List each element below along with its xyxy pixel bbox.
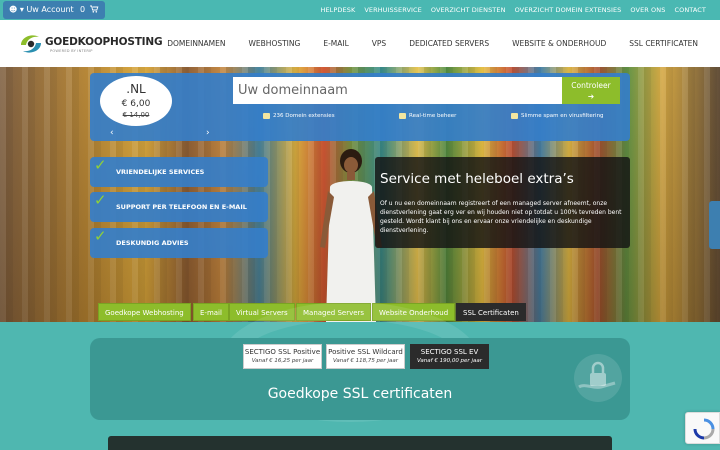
ssl-card-sectigo-positive[interactable]: SECTIGO SSL Positive Vanaf € 16,25 per j… — [243, 344, 322, 369]
feature-label: 236 Domein extensies — [273, 113, 335, 119]
ssl-card-price: Vanaf € 16,25 per jaar — [251, 358, 314, 364]
nav-ssl-certificaten[interactable]: SSL CERTIFICATEN — [629, 39, 698, 48]
top-links: HELPDESK VERHUISSERVICE OVERZICHT DIENST… — [320, 0, 706, 20]
cart-count: 0 — [80, 5, 86, 14]
logo[interactable]: GOEDKOOPHOSTING POWERED BY INTERIP — [18, 31, 163, 57]
feature-label: Real-time beheer — [409, 113, 457, 119]
check-icon: ✓ — [94, 156, 107, 174]
toplink-helpdesk[interactable]: HELPDESK — [320, 6, 355, 14]
badge-friendly-service: ✓ VRIENDELIJKE SERVICES — [90, 156, 268, 187]
feature-label: Slimme spam en virusfiltering — [521, 113, 604, 119]
account-label: Uw Account — [26, 5, 74, 14]
user-icon: ☻ — [9, 5, 18, 14]
nav-email[interactable]: E-MAIL — [323, 39, 348, 48]
arrow-right-icon: ➔ — [587, 92, 595, 101]
toplink-verhuisservice[interactable]: VERHUISSERVICE — [364, 6, 422, 14]
ssl-card-positive-wildcard[interactable]: Positive SSL Wildcard Vanaf € 118,75 per… — [326, 344, 405, 369]
dark-content-strip — [108, 436, 612, 450]
feature-domain-extensions: 236 Domein extensies — [263, 113, 335, 119]
nav-vps[interactable]: VPS — [372, 39, 386, 48]
badge-support: ✓ SUPPORT PER TELEFOON EN E-MAIL — [90, 191, 268, 222]
nav-website-onderhoud[interactable]: WEBSITE & ONDERHOUD — [512, 39, 606, 48]
logo-subtitle: POWERED BY INTERIP — [50, 49, 93, 53]
badge-label: VRIENDELIJKE SERVICES — [116, 168, 205, 176]
info-body: Of u nu een domeinnaam registreert of ee… — [380, 200, 622, 234]
toplink-contact[interactable]: CONTACT — [674, 6, 706, 14]
prev-tld-arrow[interactable]: ‹ — [110, 128, 114, 138]
domain-search-input[interactable] — [233, 77, 562, 104]
recaptcha-icon — [693, 418, 715, 440]
toplink-over-ons[interactable]: OVER ONS — [630, 6, 665, 14]
ssl-panel: SECTIGO SSL Positive Vanaf € 16,25 per j… — [90, 338, 630, 420]
top-bar: ☻ ▾ Uw Account 0 ▾ HELPDESK VERHUISSERVI… — [0, 0, 720, 32]
server-icon — [399, 113, 406, 119]
nav-domeinnamen[interactable]: DOMEINNAMEN — [167, 39, 225, 48]
info-title: Service met heleboel extra’s — [380, 171, 574, 187]
envelope-icon — [511, 113, 518, 119]
tld-old-price: € 14,00 — [122, 111, 150, 119]
ssl-card-name: Positive SSL Wildcard — [328, 348, 403, 356]
check-domain-button[interactable]: Controleer ➔ — [562, 77, 620, 104]
toplink-overzicht-diensten[interactable]: OVERZICHT DIENSTEN — [431, 6, 506, 14]
ssl-heading: Goedkope SSL certificaten — [267, 386, 453, 402]
badge-label: SUPPORT PER TELEFOON EN E-MAIL — [116, 203, 247, 211]
side-feedback-tab[interactable] — [709, 201, 720, 249]
cloud-icon — [263, 113, 270, 119]
toplink-overzicht-domein-extensies[interactable]: OVERZICHT DOMEIN EXTENSIES — [515, 6, 622, 14]
caret-icon: ▾ — [19, 5, 24, 14]
cart-button[interactable]: 0 ▾ — [74, 1, 105, 32]
tld-price-card[interactable]: .NL € 6,00 € 14,00 — [100, 76, 172, 126]
logo-swirl-icon — [21, 35, 41, 53]
ssl-card-price: Vanaf € 118,75 per jaar — [333, 358, 398, 364]
service-info-box: Service met heleboel extra’s Of u nu een… — [375, 157, 630, 248]
tld-name: .NL — [126, 82, 146, 96]
cart-icon — [89, 5, 99, 13]
nav-webhosting[interactable]: WEBHOSTING — [249, 39, 301, 48]
badge-advice: ✓ DESKUNDIG ADVIES — [90, 227, 268, 258]
recaptcha-badge[interactable] — [685, 412, 720, 444]
check-domain-label: Controleer — [571, 81, 611, 90]
feature-spam-filter: Slimme spam en virusfiltering — [511, 113, 604, 119]
lock-icon — [574, 354, 622, 402]
badge-label: DESKUNDIG ADVIES — [116, 239, 189, 247]
nav-dedicated-servers[interactable]: DEDICATED SERVERS — [409, 39, 489, 48]
check-icon: ✓ — [94, 227, 107, 245]
ssl-card-name: SECTIGO SSL EV — [420, 348, 479, 356]
tab-ssl-certificaten[interactable]: SSL Certificaten — [456, 303, 526, 321]
tab-email[interactable]: E-mail — [193, 303, 229, 321]
check-icon: ✓ — [94, 191, 107, 209]
ssl-section: SECTIGO SSL Positive Vanaf € 16,25 per j… — [0, 302, 720, 450]
tld-price: € 6,00 — [121, 99, 151, 109]
logo-text: GOEDKOOPHOSTING — [45, 36, 163, 48]
feature-realtime: Real-time beheer — [399, 113, 456, 119]
tab-goedkope-webhosting[interactable]: Goedkope Webhosting — [98, 303, 191, 321]
main-nav: DOMEINNAMEN WEBHOSTING E-MAIL VPS DEDICA… — [167, 20, 698, 67]
ssl-card-price: Vanaf € 190,00 per jaar — [417, 358, 482, 364]
ssl-card-name: SECTIGO SSL Positive — [244, 348, 321, 356]
header: GOEDKOOPHOSTING POWERED BY INTERIP DOMEI… — [0, 20, 720, 67]
next-tld-arrow[interactable]: › — [206, 128, 210, 138]
ssl-card-sectigo-ev[interactable]: SECTIGO SSL EV Vanaf € 190,00 per jaar — [410, 344, 489, 369]
domain-search-panel: .NL € 6,00 € 14,00 ‹ › Controleer ➔ 236 … — [90, 73, 630, 141]
account-button[interactable]: ☻ ▾ Uw Account — [3, 1, 80, 19]
